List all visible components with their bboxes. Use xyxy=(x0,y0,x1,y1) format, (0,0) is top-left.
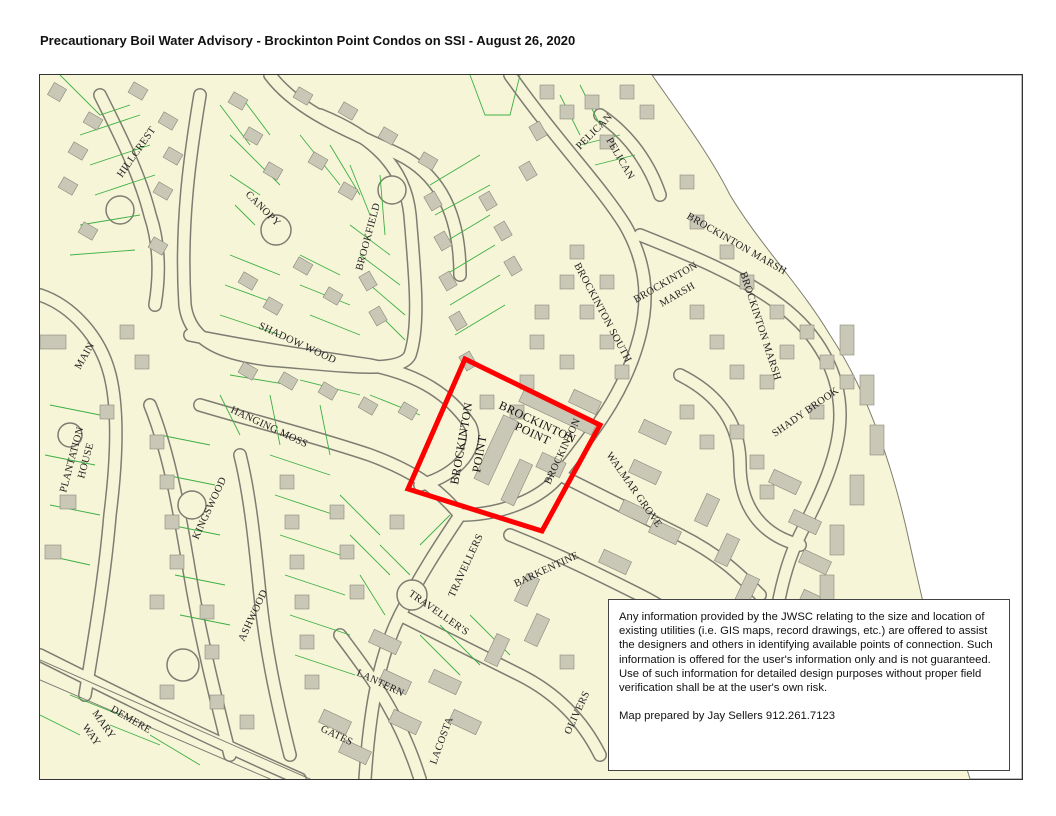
street-label-lacosta: LACOSTA xyxy=(428,715,455,766)
map-credit: Map prepared by Jay Sellers 912.261.7123 xyxy=(619,710,836,723)
disclaimer-text: Any information provided by the JWSC rel… xyxy=(619,611,993,695)
disclaimer-box: Any information provided by the JWSC rel… xyxy=(608,599,1010,771)
street-label-main: MAIN xyxy=(73,341,97,372)
street-label-travellers-1: TRAVELLERS xyxy=(447,532,486,599)
street-label-shady-brook: SHADY BROOK xyxy=(770,385,841,439)
page-title: Precautionary Boil Water Advisory - Broc… xyxy=(40,33,576,48)
